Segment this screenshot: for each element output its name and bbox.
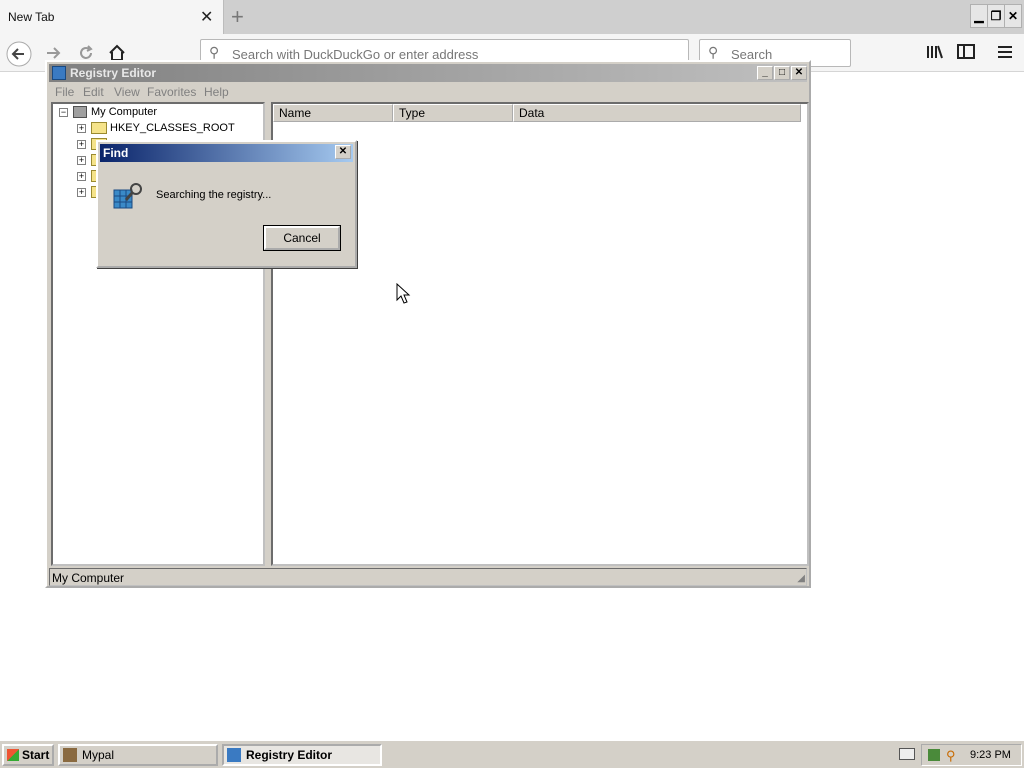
- status-text: My Computer: [52, 571, 125, 585]
- tab-close-icon[interactable]: ✕: [200, 7, 213, 27]
- clock[interactable]: 9:23 PM: [970, 749, 1011, 761]
- browser-minimize-button[interactable]: ▁: [970, 4, 988, 28]
- find-close-button[interactable]: ✕: [335, 145, 351, 159]
- collapse-icon[interactable]: −: [59, 108, 68, 117]
- menu-icon[interactable]: [996, 44, 1014, 60]
- resize-grip-icon[interactable]: ◢: [797, 573, 805, 584]
- search-icon: ⚲: [209, 44, 220, 60]
- registry-editor-titlebar[interactable]: Registry Editor _ □ ✕: [49, 64, 807, 82]
- windows-logo-icon: [7, 749, 19, 761]
- expand-icon[interactable]: +: [77, 188, 86, 197]
- registry-editor-icon: [227, 748, 241, 762]
- tree-item-hkey-classes-root[interactable]: HKEY_CLASSES_ROOT: [110, 122, 235, 134]
- expand-icon[interactable]: +: [77, 140, 86, 149]
- mouse-cursor-icon: [396, 283, 411, 304]
- registry-search-icon: [113, 183, 142, 209]
- search-icon: ⚲: [708, 44, 719, 60]
- start-label: Start: [22, 748, 50, 762]
- sidebar-icon[interactable]: [957, 44, 975, 60]
- browser-close-button[interactable]: ✕: [1004, 4, 1022, 28]
- close-button[interactable]: ✕: [791, 66, 807, 80]
- new-tab-button[interactable]: +: [231, 4, 244, 30]
- menu-view[interactable]: View: [114, 85, 140, 99]
- mypal-icon: [63, 748, 77, 762]
- tab-title: New Tab: [8, 10, 55, 24]
- taskbar: Start Mypal Registry Editor ⚲ 9:23 PM: [0, 739, 1024, 768]
- menu-help[interactable]: Help: [204, 85, 229, 99]
- browser-restore-button[interactable]: ❐: [987, 4, 1005, 28]
- find-dialog-titlebar[interactable]: Find ✕: [100, 144, 353, 162]
- start-button[interactable]: Start: [2, 744, 54, 766]
- browser-tab-strip: New Tab ✕ + ▁ ❐ ✕: [0, 0, 1024, 34]
- expand-icon[interactable]: +: [77, 124, 86, 133]
- folder-icon: [91, 122, 107, 134]
- expand-icon[interactable]: +: [77, 172, 86, 181]
- maximize-button[interactable]: □: [774, 66, 790, 80]
- taskbar-button-mypal[interactable]: Mypal: [58, 744, 218, 766]
- menu-edit[interactable]: Edit: [83, 85, 104, 99]
- column-header-type[interactable]: Type: [393, 104, 513, 122]
- list-header: Name Type Data: [273, 104, 807, 122]
- network-icon[interactable]: [928, 749, 940, 761]
- menu-favorites[interactable]: Favorites: [147, 85, 196, 99]
- minimize-button[interactable]: _: [757, 66, 773, 80]
- find-dialog: Find ✕ Searching the registry... Cancel: [96, 140, 357, 268]
- status-bar: My Computer ◢: [49, 568, 807, 586]
- back-icon[interactable]: [6, 41, 32, 67]
- column-header-data[interactable]: Data: [513, 104, 801, 122]
- window-title: Registry Editor: [70, 66, 157, 80]
- menu-bar: File Edit View Favorites Help: [49, 83, 807, 101]
- column-header-name[interactable]: Name: [273, 104, 393, 122]
- registry-editor-icon: [52, 66, 66, 80]
- search-tray-icon[interactable]: ⚲: [946, 748, 956, 764]
- menu-file[interactable]: File: [55, 85, 74, 99]
- library-icon[interactable]: [926, 44, 944, 60]
- tree-root-my-computer[interactable]: My Computer: [91, 106, 157, 118]
- browser-tab[interactable]: New Tab ✕: [0, 0, 224, 34]
- taskbar-button-label: Mypal: [82, 748, 115, 762]
- taskbar-button-label: Registry Editor: [246, 748, 333, 762]
- cancel-button[interactable]: Cancel: [263, 225, 341, 251]
- taskbar-button-registry-editor[interactable]: Registry Editor: [222, 744, 382, 766]
- system-tray: ⚲ 9:23 PM: [921, 744, 1022, 766]
- keyboard-icon[interactable]: [899, 748, 915, 760]
- expand-icon[interactable]: +: [77, 156, 86, 165]
- computer-icon: [73, 106, 87, 118]
- find-status-message: Searching the registry...: [156, 189, 272, 201]
- find-dialog-title: Find: [103, 146, 129, 160]
